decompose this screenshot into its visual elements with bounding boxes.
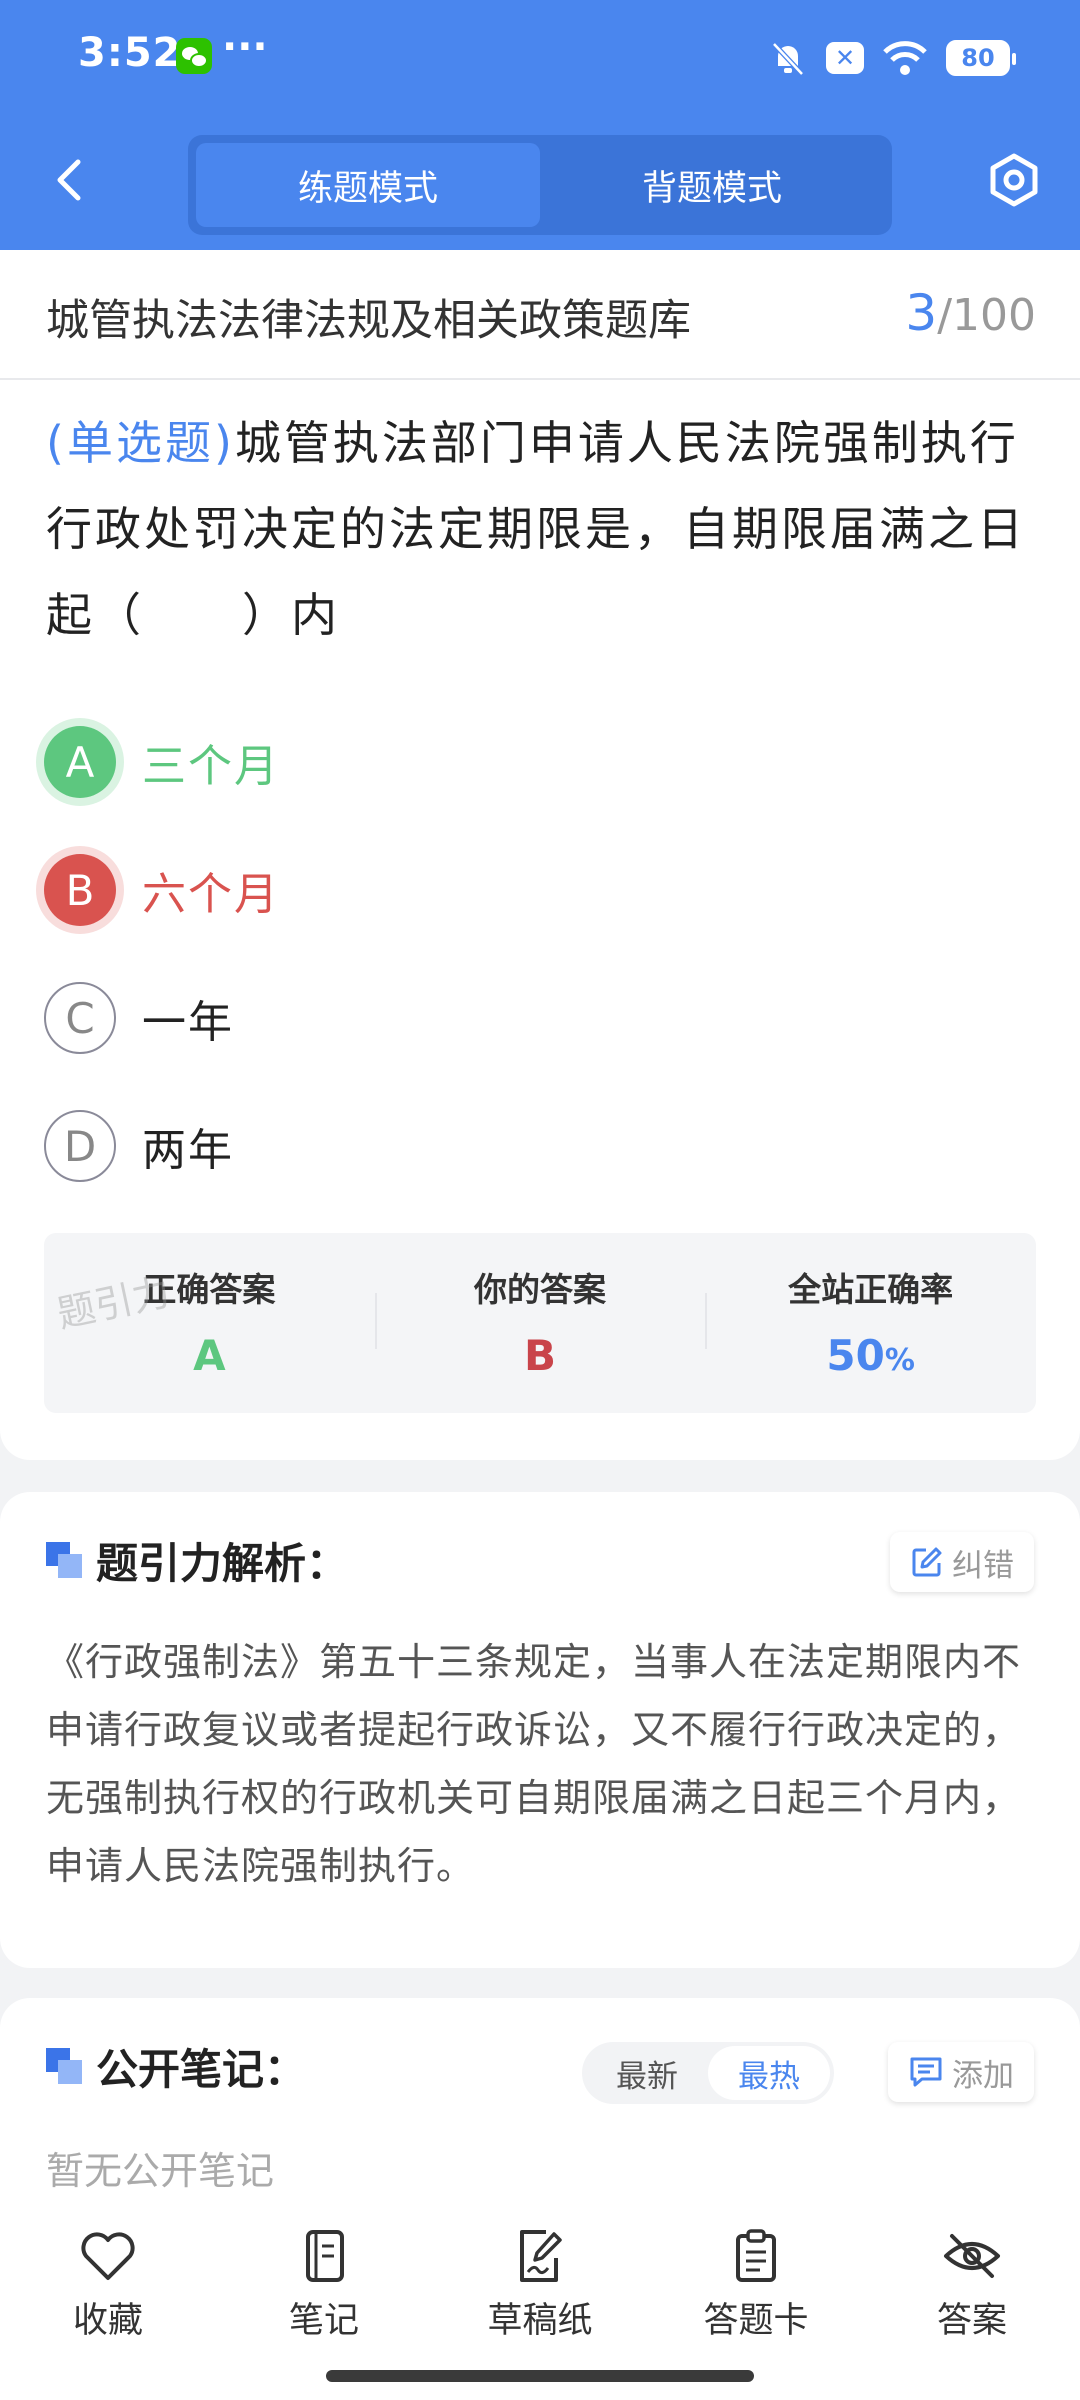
answer-card-label: 答题卡 <box>703 2301 809 2341</box>
option-letter: D <box>44 1110 116 1182</box>
edit-icon <box>912 1547 942 1577</box>
options-list: A 三个月 B 六个月 C 一年 D 两年 <box>44 698 1034 1210</box>
accuracy-unit: % <box>884 1343 915 1378</box>
question-counter: 3/100 <box>905 284 1036 342</box>
answer-toggle-button[interactable]: 答案 <box>872 2228 1072 2343</box>
clipboard-icon <box>736 2229 776 2282</box>
analysis-card: 题引力解析： 纠错 《行政强制法》第五十三条规定，当事人在法定期限内不申请行政复… <box>0 1492 1080 1968</box>
favorite-button[interactable]: 收藏 <box>8 2228 208 2343</box>
analysis-title: 题引力解析： <box>96 1538 349 1588</box>
scratch-paper-label: 草稿纸 <box>487 2301 593 2341</box>
section-squares-icon <box>46 2048 82 2084</box>
heart-icon <box>81 2232 135 2280</box>
tab-latest[interactable]: 最新 <box>586 2046 708 2100</box>
option-a[interactable]: A 三个月 <box>44 698 1034 826</box>
header: 3:52 ··· ✕ 80 练题模式 背题模式 <box>0 0 1080 250</box>
empty-notes-text: 暂无公开笔记 <box>46 2149 275 2193</box>
comment-icon <box>910 2057 942 2087</box>
favorite-label: 收藏 <box>72 2301 143 2341</box>
your-answer-label: 你的答案 <box>474 1270 606 1309</box>
nav-bar: 练题模式 背题模式 <box>0 130 1080 240</box>
current-index: 3 <box>905 284 938 342</box>
option-text: 一年 <box>142 997 234 1048</box>
tab-memorize-mode[interactable]: 背题模式 <box>540 143 884 227</box>
option-text: 三个月 <box>142 741 280 792</box>
option-text: 六个月 <box>142 869 280 920</box>
bank-title: 城管执法法律法规及相关政策题库 <box>46 296 691 346</box>
option-c[interactable]: C 一年 <box>44 954 1034 1082</box>
section-squares-icon <box>46 1542 82 1578</box>
your-answer-col: 你的答案 B <box>374 1233 706 1413</box>
accuracy-value: 50% <box>705 1331 1036 1380</box>
question-stem: (单选题)城管执法部门申请人民法院强制执行行政处罚决定的法定期限是，自期限届满之… <box>46 400 1036 658</box>
option-letter: C <box>44 982 116 1054</box>
home-indicator[interactable] <box>326 2370 754 2382</box>
mode-switch: 练题模式 背题模式 <box>188 135 892 235</box>
more-notifications-icon: ··· <box>222 24 268 70</box>
close-box-icon: ✕ <box>826 42 864 74</box>
back-arrow-icon[interactable] <box>40 150 100 210</box>
accuracy-number: 50 <box>826 1331 885 1380</box>
wechat-icon <box>176 38 212 74</box>
question-type: (单选题) <box>46 416 235 470</box>
notes-sort-tabs: 最新 最热 <box>582 2042 834 2104</box>
notes-title: 公开笔记： <box>96 2044 307 2094</box>
report-error-button[interactable]: 纠错 <box>890 1532 1034 1592</box>
question-card: 城管执法法律法规及相关政策题库 3/100 (单选题)城管执法部门申请人民法院强… <box>0 250 1080 1460</box>
add-note-button[interactable]: 添加 <box>888 2042 1034 2102</box>
bottom-toolbar: 收藏 笔记 草稿纸 答题卡 答案 <box>0 2200 1080 2400</box>
option-letter: A <box>44 726 116 798</box>
total-count: /100 <box>937 290 1036 341</box>
status-icons: ✕ 80 <box>768 36 1016 80</box>
analysis-header: 题引力解析： <box>46 1530 348 1590</box>
battery-icon: 80 <box>946 40 1016 76</box>
add-note-label: 添加 <box>952 2057 1014 2094</box>
notes-label: 笔记 <box>288 2301 359 2341</box>
wifi-icon <box>883 41 927 75</box>
option-d[interactable]: D 两年 <box>44 1082 1034 1210</box>
scratch-paper-icon <box>520 2230 562 2282</box>
option-b[interactable]: B 六个月 <box>44 826 1034 954</box>
tab-hot[interactable]: 最热 <box>708 2046 830 2100</box>
bell-muted-icon <box>772 42 804 76</box>
analysis-text: 《行政强制法》第五十三条规定，当事人在法定期限内不申请行政复议或者提起行政诉讼，… <box>46 1640 1022 1888</box>
status-bar: 3:52 ··· ✕ 80 <box>0 0 1080 120</box>
notes-header: 公开笔记： <box>46 2036 306 2096</box>
option-letter: B <box>44 854 116 926</box>
scratch-paper-button[interactable]: 草稿纸 <box>440 2228 640 2343</box>
status-time: 3:52 <box>78 30 182 76</box>
answer-card-button[interactable]: 答题卡 <box>656 2228 856 2343</box>
eye-off-icon <box>944 2234 1000 2278</box>
notebook-icon <box>306 2230 344 2282</box>
settings-icon[interactable] <box>984 150 1044 210</box>
correct-answer-value: A <box>193 1331 226 1380</box>
bank-header: 城管执法法律法规及相关政策题库 3/100 <box>0 250 1080 380</box>
your-answer-value: B <box>524 1331 557 1380</box>
accuracy-col: 全站正确率 50% <box>705 1233 1036 1413</box>
accuracy-label: 全站正确率 <box>788 1270 954 1309</box>
report-error-label: 纠错 <box>952 1547 1014 1584</box>
answer-summary: 正确答案 A 你的答案 B 全站正确率 50% <box>44 1233 1036 1413</box>
answer-toggle-label: 答案 <box>936 2301 1007 2341</box>
option-text: 两年 <box>142 1125 234 1176</box>
notes-button[interactable]: 笔记 <box>224 2228 424 2343</box>
tab-practice-mode[interactable]: 练题模式 <box>196 143 540 227</box>
